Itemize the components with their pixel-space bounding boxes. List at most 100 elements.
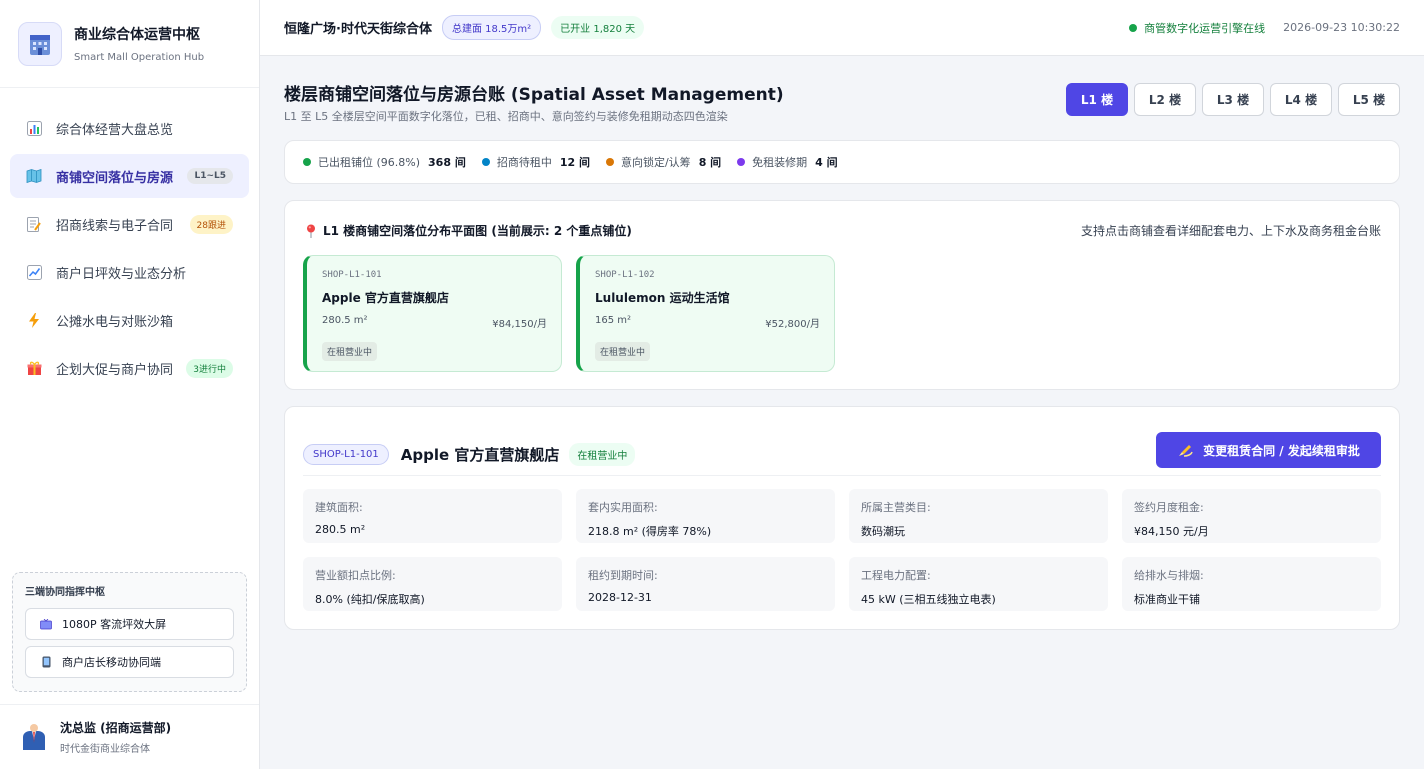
field-label: 签约月度租金: xyxy=(1134,501,1204,514)
field-category: 所属主营类目: 数码潮玩 xyxy=(849,489,1108,543)
bar-chart-icon xyxy=(26,120,42,136)
sidebar-nav: 综合体经营大盘总览 商铺空间落位与房源 L1~L5 招商线索与电子合同 28跟进… xyxy=(0,88,259,390)
sidebar-item-promotions[interactable]: 企划大促与商户协同 3进行中 xyxy=(10,346,249,390)
sidebar-item-efficiency-analysis[interactable]: 商户日坪效与业态分析 xyxy=(10,250,249,294)
field-label: 工程电力配置: xyxy=(861,569,931,582)
tab-floor-l2[interactable]: L2 楼 xyxy=(1134,83,1196,116)
opening-days-pill: 已开业 1,820 天 xyxy=(551,16,645,39)
pin-icon xyxy=(305,223,317,239)
brand: 商业综合体运营中枢 Smart Mall Operation Hub xyxy=(0,0,259,88)
shop-area: 165 m² xyxy=(595,315,632,326)
floor-range-badge: L1~L5 xyxy=(187,168,233,184)
field-drainage: 给排水与排烟: 标准商业干铺 xyxy=(1122,557,1381,611)
shop-code: SHOP-L1-102 xyxy=(595,270,655,280)
legend-count: 8 间 xyxy=(698,156,722,169)
legend-intent: 意向锁定/认筹 8 间 xyxy=(605,154,722,170)
legend-count: 12 间 xyxy=(559,156,590,169)
brand-title: 商业综合体运营中枢 xyxy=(74,27,200,43)
field-value: 2028-12-31 xyxy=(588,591,652,604)
vacant-dot-icon xyxy=(481,158,490,166)
collab-title: 三端协同指挥中枢 xyxy=(25,587,105,598)
page-title: 楼层商铺空间落位与房源台账 (Spatial Asset Management) xyxy=(284,85,784,105)
mall-name: 恒隆广场·时代天街综合体 xyxy=(284,22,432,37)
intent-dot-icon xyxy=(605,158,614,166)
sidebar-item-label: 综合体经营大盘总览 xyxy=(56,122,174,138)
online-dot-icon xyxy=(1129,23,1138,32)
divider xyxy=(303,475,1381,476)
renovation-dot-icon xyxy=(737,158,746,166)
field-value: 218.8 m² (得房率 78%) xyxy=(588,525,712,538)
shop-code: SHOP-L1-101 xyxy=(322,270,382,280)
user-org: 时代金街商业综合体 xyxy=(60,744,150,755)
field-label: 给排水与排烟: xyxy=(1134,569,1204,582)
renew-contract-label: 变更租赁合同 / 发起续租审批 xyxy=(1203,443,1360,458)
shop-meta: 280.5 m² ¥84,150/月 xyxy=(322,315,547,330)
shop-detail-panel: SHOP-L1-101 Apple 官方直营旗舰店 在租营业中 变更租赁合同 /… xyxy=(284,406,1400,630)
floor-plan-title-text: L1 楼商铺空间落位分布平面图 (当前展示: 2 个重点铺位) xyxy=(323,224,632,238)
legend-label: 已出租铺位 (96.8%) xyxy=(318,156,421,169)
tab-floor-l5[interactable]: L5 楼 xyxy=(1338,83,1400,116)
renew-contract-button[interactable]: 变更租赁合同 / 发起续租审批 xyxy=(1156,432,1381,468)
mobile-app-label: 商户店长移动协同端 xyxy=(62,656,161,669)
leased-dot-icon xyxy=(303,158,311,166)
tab-floor-l1[interactable]: L1 楼 xyxy=(1066,83,1128,116)
in-progress-badge: 3进行中 xyxy=(186,358,233,378)
page-header: 楼层商铺空间落位与房源台账 (Spatial Asset Management)… xyxy=(284,56,1400,140)
field-value: 数码潮玩 xyxy=(861,525,905,538)
field-turnover-rate: 营业额扣点比例: 8.0% (纯扣/保底取高) xyxy=(303,557,562,611)
field-label: 建筑面积: xyxy=(315,501,363,514)
sidebar-item-label: 招商线索与电子合同 xyxy=(56,218,174,234)
legend-vacant: 招商待租中 12 间 xyxy=(481,154,590,170)
status-legend: 已出租铺位 (96.8%) 368 间 招商待租中 12 间 意向锁定/认筹 8… xyxy=(284,140,1400,184)
user-name: 沈总监 (招商运营部) xyxy=(60,721,172,735)
shop-rent: ¥84,150/月 xyxy=(492,319,547,330)
shop-rent: ¥52,800/月 xyxy=(765,319,820,330)
tab-floor-l3[interactable]: L3 楼 xyxy=(1202,83,1264,116)
engine-status: 商管数字化运营引擎在线 xyxy=(1129,20,1265,36)
detail-status-badge: 在租营业中 xyxy=(569,443,636,466)
floor-plan-title: L1 楼商铺空间落位分布平面图 (当前展示: 2 个重点铺位) xyxy=(305,222,632,239)
shop-meta: 165 m² ¥52,800/月 xyxy=(595,315,820,330)
user-profile[interactable]: 沈总监 (招商运营部) 时代金街商业综合体 xyxy=(0,704,259,769)
collab-panel: 三端协同指挥中枢 1080P 客流坪效大屏 商户店长移动协同端 xyxy=(12,572,247,692)
page-subtitle: L1 至 L5 全楼层空间平面数字化落位，已租、招商中、意向签约与装修免租期动态… xyxy=(284,110,728,123)
field-monthly-rent: 签约月度租金: ¥84,150 元/月 xyxy=(1122,489,1381,543)
user-avatar-icon xyxy=(20,723,48,751)
memo-icon xyxy=(26,216,42,232)
field-label: 营业额扣点比例: xyxy=(315,569,396,582)
legend-label: 招商待租中 xyxy=(496,156,552,169)
total-area-pill: 总建面 18.5万m² xyxy=(441,15,542,40)
sidebar-item-spatial-assets[interactable]: 商铺空间落位与房源 L1~L5 xyxy=(10,154,249,198)
sidebar-item-label: 商铺空间落位与房源 xyxy=(56,170,174,186)
field-usable-area: 套内实用面积: 218.8 m² (得房率 78%) xyxy=(576,489,835,543)
big-screen-button[interactable]: 1080P 客流坪效大屏 xyxy=(25,608,234,640)
brand-subtitle: Smart Mall Operation Hub xyxy=(74,52,205,63)
mobile-app-button[interactable]: 商户店长移动协同端 xyxy=(25,646,234,678)
field-lease-expiry: 租约到期时间: 2028-12-31 xyxy=(576,557,835,611)
floor-plan-hint: 支持点击商铺查看详细配套电力、上下水及商务租金台账 xyxy=(1080,224,1381,238)
sidebar-item-leads-contracts[interactable]: 招商线索与电子合同 28跟进 xyxy=(10,202,249,246)
shop-area: 280.5 m² xyxy=(322,315,368,326)
tab-floor-l4[interactable]: L4 楼 xyxy=(1270,83,1332,116)
sidebar-item-utilities[interactable]: 公摊水电与对账沙箱 xyxy=(10,298,249,342)
legend-leased: 已出租铺位 (96.8%) 368 间 xyxy=(303,154,466,170)
shop-card[interactable]: SHOP-L1-101 Apple 官方直营旗舰店 280.5 m² ¥84,1… xyxy=(303,255,562,372)
current-datetime: 2026-09-23 10:30:22 xyxy=(1283,21,1400,34)
followup-badge: 28跟进 xyxy=(189,214,233,234)
gift-icon xyxy=(26,360,42,376)
sidebar-item-label: 商户日坪效与业态分析 xyxy=(56,266,187,282)
floor-plan-panel: L1 楼商铺空间落位分布平面图 (当前展示: 2 个重点铺位) 支持点击商铺查看… xyxy=(284,200,1400,390)
lightning-icon xyxy=(26,312,42,328)
field-label: 套内实用面积: xyxy=(588,501,658,514)
main-content: 楼层商铺空间落位与房源台账 (Spatial Asset Management)… xyxy=(284,56,1400,630)
shop-card[interactable]: SHOP-L1-102 Lululemon 运动生活馆 165 m² ¥52,8… xyxy=(576,255,835,372)
shop-status-tag: 在租营业中 xyxy=(595,342,651,361)
sidebar-item-overview[interactable]: 综合体经营大盘总览 xyxy=(10,106,249,150)
field-label: 租约到期时间: xyxy=(588,569,658,582)
legend-label: 免租装修期 xyxy=(752,156,808,169)
mobile-icon xyxy=(38,654,54,670)
shop-name: Lululemon 运动生活馆 xyxy=(595,291,730,305)
big-screen-label: 1080P 客流坪效大屏 xyxy=(62,618,167,631)
detail-shop-code: SHOP-L1-101 xyxy=(303,444,389,465)
field-value: 标准商业干铺 xyxy=(1134,593,1200,606)
